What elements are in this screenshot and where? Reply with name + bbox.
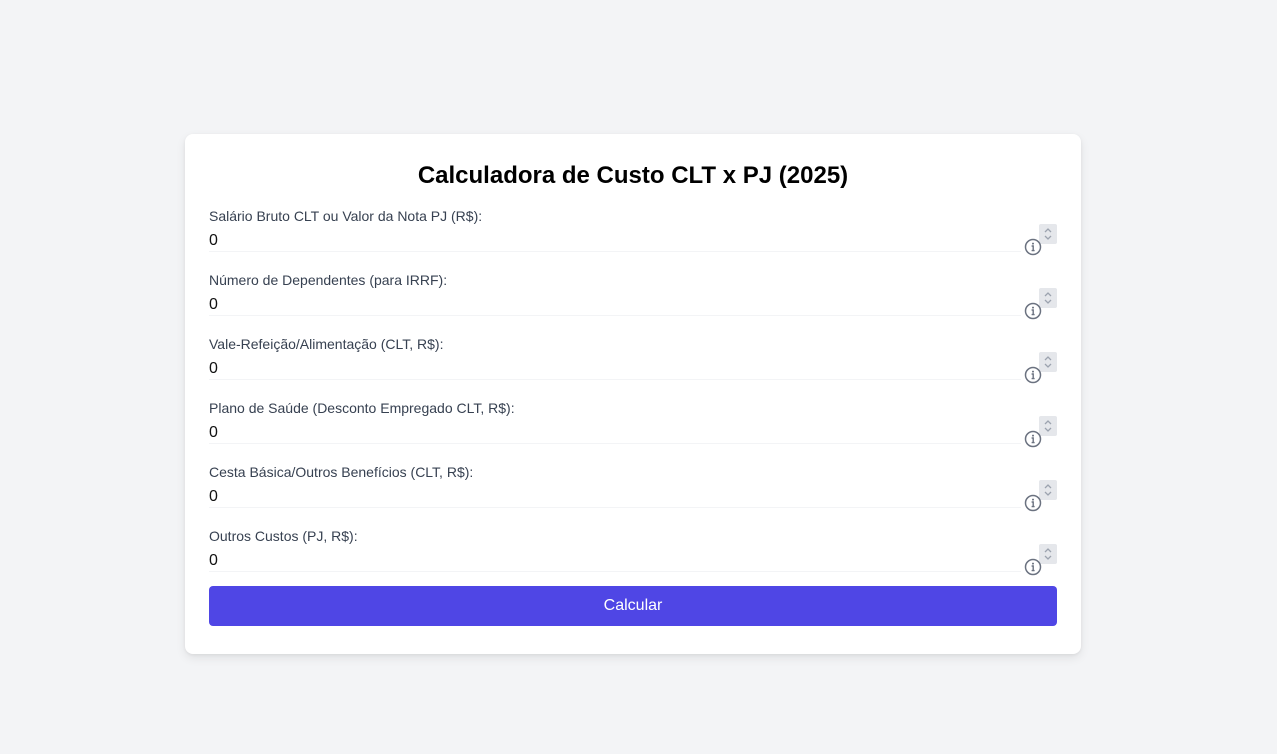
calculator-card: Calculadora de Custo CLT x PJ (2025) Sal… xyxy=(185,134,1081,654)
info-icon[interactable] xyxy=(1024,494,1042,512)
cesta-basica-input[interactable] xyxy=(209,486,1021,508)
outros-custos-input[interactable] xyxy=(209,550,1021,572)
field-salario-bruto: Salário Bruto CLT ou Valor da Nota PJ (R… xyxy=(209,208,1057,272)
salario-bruto-input[interactable] xyxy=(209,230,1021,252)
info-icon[interactable] xyxy=(1024,302,1042,320)
form-fields: Salário Bruto CLT ou Valor da Nota PJ (R… xyxy=(209,208,1057,592)
vale-refeicao-input[interactable] xyxy=(209,358,1021,380)
info-icon[interactable] xyxy=(1024,238,1042,256)
info-icon[interactable] xyxy=(1024,430,1042,448)
plano-saude-input[interactable] xyxy=(209,422,1021,444)
info-icon[interactable] xyxy=(1024,558,1042,576)
field-label: Cesta Básica/Outros Benefícios (CLT, R$)… xyxy=(209,464,474,480)
page-title: Calculadora de Custo CLT x PJ (2025) xyxy=(417,162,849,189)
calcular-button[interactable]: Calcular xyxy=(209,586,1057,626)
field-label: Número de Dependentes (para IRRF): xyxy=(209,272,448,288)
field-vale-refeicao: Vale-Refeição/Alimentação (CLT, R$): xyxy=(209,336,1057,400)
field-label: Salário Bruto CLT ou Valor da Nota PJ (R… xyxy=(209,208,483,224)
field-label: Outros Custos (PJ, R$): xyxy=(209,528,358,544)
info-icon[interactable] xyxy=(1024,366,1042,384)
field-dependentes: Número de Dependentes (para IRRF): xyxy=(209,272,1057,336)
field-cesta-basica: Cesta Básica/Outros Benefícios (CLT, R$)… xyxy=(209,464,1057,528)
dependentes-input[interactable] xyxy=(209,294,1021,316)
field-outros-custos: Outros Custos (PJ, R$): xyxy=(209,528,1057,592)
field-label: Vale-Refeição/Alimentação (CLT, R$): xyxy=(209,336,444,352)
field-plano-saude: Plano de Saúde (Desconto Empregado CLT, … xyxy=(209,400,1057,464)
field-label: Plano de Saúde (Desconto Empregado CLT, … xyxy=(209,400,515,416)
